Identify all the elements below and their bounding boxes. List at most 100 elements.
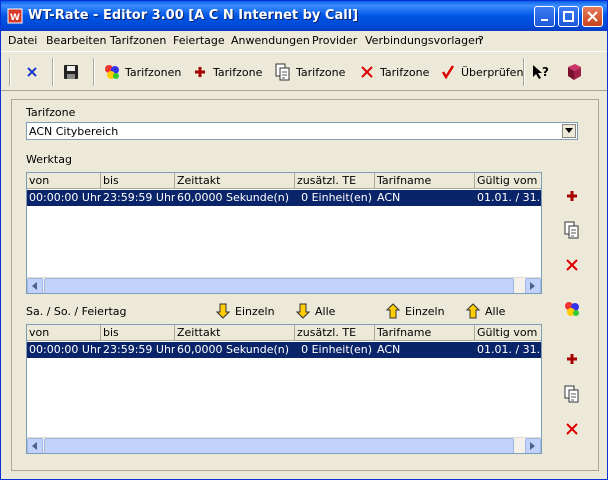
einzeln-copy-down-button[interactable]: Einzeln — [215, 300, 275, 322]
delete-tarifzone-button[interactable]: Tarifzone — [358, 60, 429, 84]
scroll-left-icon[interactable] — [27, 278, 43, 293]
delete-werktag-row-button[interactable] — [562, 256, 582, 276]
toolbar-separator — [523, 58, 525, 86]
edit-document-icon — [274, 63, 292, 81]
toolbar: Tarifzonen Tarifzone Tarifzone Tarifzone… — [1, 51, 607, 91]
title-bar[interactable]: W WT-Rate - Editor 3.00 [A C N Internet … — [1, 1, 607, 31]
add-weekend-row-button[interactable] — [562, 350, 582, 370]
table-cell: ACN — [377, 343, 401, 356]
main-window: W WT-Rate - Editor 3.00 [A C N Internet … — [0, 0, 608, 480]
cancel-button[interactable] — [23, 60, 45, 84]
menu-datei[interactable]: Datei — [8, 34, 37, 47]
alle-label: Alle — [485, 304, 506, 318]
edit-weekend-row-button[interactable] — [562, 385, 582, 405]
werktag-table[interactable]: von bis Zeittakt zusätzl. TE Tarifname G… — [26, 172, 542, 294]
tarifzonen-side-button[interactable] — [562, 300, 582, 320]
add-werktag-row-button[interactable] — [562, 187, 582, 207]
menu-verbindungsvorlagen[interactable]: Verbindungsvorlagen — [365, 34, 482, 47]
column-header[interactable]: bis — [101, 173, 175, 189]
scroll-thumb[interactable] — [44, 278, 514, 293]
delete-tarifzone-label: Tarifzone — [380, 65, 430, 79]
checkmark-icon — [439, 63, 457, 81]
alle-copy-down-button[interactable]: Alle — [295, 300, 335, 322]
hand-down-icon — [295, 303, 311, 319]
menu-provider[interactable]: Provider — [312, 34, 357, 47]
column-header[interactable]: von — [27, 173, 101, 189]
einzeln-copy-up-button[interactable]: Einzeln — [385, 300, 445, 322]
tarifzone-label: Tarifzone — [26, 106, 76, 119]
column-header[interactable]: Tarifname — [375, 173, 475, 189]
werktag-table-header: von bis Zeittakt zusätzl. TE Tarifname G… — [27, 173, 541, 189]
plus-icon — [191, 63, 209, 81]
table-cell: 23:59:59 Uhr — [103, 343, 175, 356]
column-header[interactable]: Gültig vom / b — [475, 173, 541, 189]
close-button[interactable] — [582, 6, 603, 27]
table-cell: 00:00:00 Uhr — [29, 343, 101, 356]
add-tarifzone-label: Tarifzone — [213, 65, 263, 79]
edit-document-icon — [563, 221, 581, 242]
table-cell: 0 Einheit(en) — [301, 191, 372, 204]
delete-x-icon — [565, 258, 579, 275]
menu-anwendungen[interactable]: Anwendungen — [231, 34, 310, 47]
window-title: WT-Rate - Editor 3.00 [A C N Internet by… — [28, 8, 359, 23]
column-header[interactable]: zusätzl. TE — [295, 173, 375, 189]
alle-copy-up-button[interactable]: Alle — [465, 300, 505, 322]
menu-tarifzonen[interactable]: Tarifzonen — [110, 34, 166, 47]
table-cell: 23:59:59 Uhr — [103, 191, 175, 204]
plus-icon — [566, 353, 578, 368]
context-help-button[interactable]: ? — [531, 60, 553, 84]
floppy-disk-icon — [62, 63, 80, 81]
column-header[interactable]: Tarifname — [375, 325, 475, 341]
table-cell: 0 Einheit(en) — [301, 343, 372, 356]
tarifzone-selected-value: ACN Citybereich — [29, 125, 119, 138]
table-cell: 60,0000 Sekunde(n) — [177, 343, 290, 356]
weekend-table[interactable]: von bis Zeittakt zusätzl. TE Tarifname G… — [26, 324, 542, 454]
menu-help[interactable]: ? — [478, 34, 484, 47]
add-tarifzone-button[interactable]: Tarifzone — [191, 60, 262, 84]
horizontal-scrollbar[interactable] — [27, 437, 541, 453]
svg-text:W: W — [10, 13, 20, 23]
maximize-button[interactable] — [558, 6, 579, 27]
delete-x-icon — [565, 422, 579, 439]
minimize-button[interactable] — [534, 6, 555, 27]
edit-tarifzone-button[interactable]: Tarifzone — [274, 60, 345, 84]
table-cell: 00:00:00 Uhr — [29, 191, 101, 204]
save-button[interactable] — [62, 60, 84, 84]
hand-up-icon — [385, 303, 401, 319]
delete-x-icon — [358, 63, 376, 81]
plus-icon — [566, 190, 578, 205]
table-cell: ACN — [377, 191, 401, 204]
horizontal-scrollbar[interactable] — [27, 277, 541, 293]
menu-bearbeiten[interactable]: Bearbeiten — [46, 34, 106, 47]
tarifzonen-button[interactable]: Tarifzonen — [103, 60, 181, 84]
column-header[interactable]: Zeittakt — [175, 173, 295, 189]
column-header[interactable]: von — [27, 325, 101, 341]
table-cell: 60,0000 Sekunde(n) — [177, 191, 290, 204]
scroll-thumb[interactable] — [44, 438, 514, 453]
scroll-left-icon[interactable] — [27, 438, 43, 453]
chevron-down-icon[interactable] — [562, 124, 576, 138]
delete-weekend-row-button[interactable] — [562, 420, 582, 440]
cancel-x-icon — [23, 63, 41, 81]
check-label: Überprüfen — [461, 65, 524, 79]
column-header[interactable]: Zeittakt — [175, 325, 295, 341]
edit-werktag-row-button[interactable] — [562, 221, 582, 241]
help-book-button[interactable] — [565, 60, 587, 84]
column-header[interactable]: bis — [101, 325, 175, 341]
tarifzone-select[interactable]: ACN Citybereich — [26, 122, 578, 140]
scroll-right-icon[interactable] — [525, 438, 541, 453]
menu-bar: Datei Bearbeiten Tarifzonen Feiertage An… — [1, 31, 607, 50]
editor-panel: Tarifzone ACN Citybereich Werktag von bi… — [11, 99, 599, 471]
column-header[interactable]: zusätzl. TE — [295, 325, 375, 341]
menu-feiertage[interactable]: Feiertage — [173, 34, 225, 47]
werktag-label: Werktag — [26, 153, 72, 166]
toolbar-separator — [93, 58, 95, 86]
table-cell: 01.01. / 31.12. — [477, 191, 541, 204]
alle-label: Alle — [315, 304, 336, 318]
einzeln-label: Einzeln — [235, 304, 275, 318]
scroll-right-icon[interactable] — [525, 278, 541, 293]
column-header[interactable]: Gültig vom / b — [475, 325, 541, 341]
check-button[interactable]: Überprüfen — [439, 60, 523, 84]
table-row[interactable]: 00:00:00 Uhr 23:59:59 Uhr 60,0000 Sekund… — [27, 342, 541, 358]
table-row[interactable]: 00:00:00 Uhr 23:59:59 Uhr 60,0000 Sekund… — [27, 190, 541, 206]
